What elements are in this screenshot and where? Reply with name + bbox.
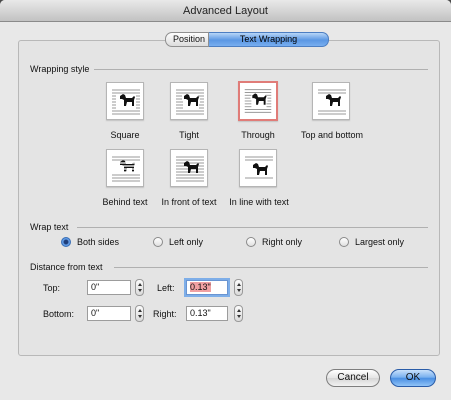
distance-heading: Distance from text bbox=[30, 262, 103, 272]
left-label: Left: bbox=[157, 283, 175, 293]
wrap-through-label: Through bbox=[241, 130, 275, 140]
right-field[interactable]: 0.13" bbox=[186, 306, 228, 321]
left-field[interactable]: 0.13" bbox=[186, 280, 228, 295]
radio-left-only-label: Left only bbox=[169, 237, 204, 247]
cancel-button[interactable]: Cancel bbox=[326, 369, 380, 387]
wrap-text-divider bbox=[77, 227, 428, 228]
distance-divider bbox=[114, 267, 428, 268]
bottom-label: Bottom: bbox=[43, 309, 75, 319]
wrap-square-label: Square bbox=[110, 130, 140, 140]
text-wrapping-panel: Wrapping style Square Tight Through Top … bbox=[18, 40, 440, 356]
radio-largest-only-label: Largest only bbox=[355, 237, 405, 247]
wrap-text-heading: Wrap text bbox=[30, 222, 69, 232]
advanced-layout-dialog: Advanced Layout Wrapping style Square Ti… bbox=[0, 0, 451, 400]
tab-bar: Position Text Wrapping bbox=[165, 32, 329, 47]
right-label: Right: bbox=[153, 309, 177, 319]
top-field[interactable]: 0" bbox=[87, 280, 131, 295]
wrap-square-icon[interactable] bbox=[106, 82, 144, 120]
window-title: Advanced Layout bbox=[182, 5, 268, 17]
radio-indicator bbox=[153, 237, 163, 247]
left-field-value: 0.13" bbox=[190, 282, 211, 292]
radio-selected-indicator bbox=[61, 237, 71, 247]
tab-text-wrapping[interactable]: Text Wrapping bbox=[209, 32, 329, 47]
radio-left-only[interactable]: Left only bbox=[153, 237, 203, 247]
bottom-stepper[interactable] bbox=[135, 305, 144, 322]
title-bar: Advanced Layout bbox=[0, 0, 451, 22]
right-stepper[interactable] bbox=[234, 305, 243, 322]
wrap-in-front-label: In front of text bbox=[161, 197, 217, 207]
tab-position[interactable]: Position bbox=[165, 32, 209, 47]
radio-right-only-label: Right only bbox=[262, 237, 303, 247]
radio-indicator bbox=[339, 237, 349, 247]
bottom-field[interactable]: 0" bbox=[87, 306, 131, 321]
wrap-tight-label: Tight bbox=[179, 130, 199, 140]
wrap-behind-text-label: Behind text bbox=[102, 197, 148, 207]
wrap-in-front-icon[interactable] bbox=[170, 149, 208, 187]
wrap-through-icon[interactable] bbox=[238, 81, 278, 121]
radio-largest-only[interactable]: Largest only bbox=[339, 237, 404, 247]
top-label: Top: bbox=[43, 283, 61, 293]
wrap-top-bottom-label: Top and bottom bbox=[300, 130, 364, 140]
wrap-inline-icon[interactable] bbox=[239, 149, 277, 187]
wrap-behind-text-icon[interactable] bbox=[106, 149, 144, 187]
wrapping-style-heading: Wrapping style bbox=[30, 64, 90, 74]
wrap-top-bottom-icon[interactable] bbox=[312, 82, 350, 120]
radio-right-only[interactable]: Right only bbox=[246, 237, 302, 247]
ok-button[interactable]: OK bbox=[390, 369, 436, 387]
left-stepper[interactable] bbox=[234, 279, 243, 296]
top-stepper[interactable] bbox=[135, 279, 144, 296]
radio-indicator bbox=[246, 237, 256, 247]
wrapping-style-divider bbox=[94, 69, 428, 70]
wrap-tight-icon[interactable] bbox=[170, 82, 208, 120]
wrap-inline-label: In line with text bbox=[229, 197, 289, 207]
radio-both-sides[interactable]: Both sides bbox=[61, 237, 119, 247]
radio-both-sides-label: Both sides bbox=[77, 237, 120, 247]
